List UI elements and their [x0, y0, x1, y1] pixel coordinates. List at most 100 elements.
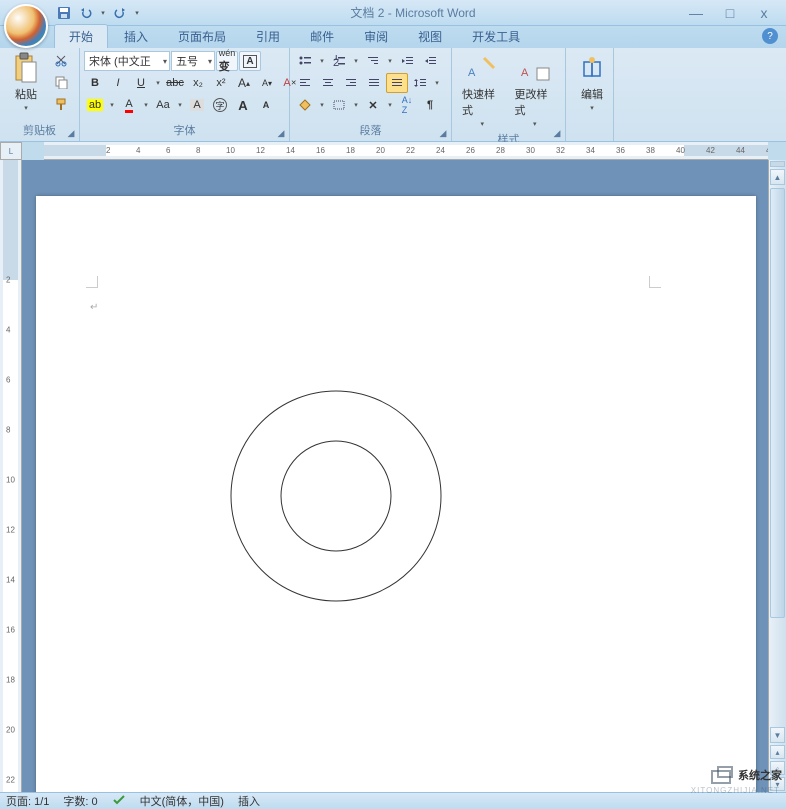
svg-text:A: A	[468, 67, 476, 79]
decrease-indent-button[interactable]	[396, 51, 418, 71]
tab-page-layout[interactable]: 页面布局	[164, 25, 240, 48]
scroll-track[interactable]	[769, 186, 786, 726]
close-button[interactable]: x	[752, 4, 776, 22]
tab-review[interactable]: 审阅	[350, 25, 402, 48]
justify-button[interactable]	[363, 73, 385, 93]
scroll-thumb[interactable]	[770, 188, 785, 618]
group-font-label: 字体	[84, 121, 285, 139]
bullets-button[interactable]	[294, 51, 316, 71]
distributed-button[interactable]	[386, 73, 408, 93]
borders-button[interactable]	[328, 95, 350, 115]
horizontal-ruler[interactable]: 2468101214161820222426283032343638404244…	[44, 142, 768, 160]
help-icon[interactable]: ?	[762, 28, 778, 44]
status-insert-mode[interactable]: 插入	[238, 793, 260, 809]
scroll-up-button[interactable]: ▲	[770, 169, 785, 185]
paste-dropdown-icon[interactable]: ▾	[21, 104, 31, 112]
donut-shape[interactable]	[226, 386, 446, 606]
tab-insert[interactable]: 插入	[110, 25, 162, 48]
clipboard-dialog-launcher[interactable]: ◢	[65, 127, 77, 139]
tab-home[interactable]: 开始	[54, 24, 108, 48]
margin-corner-tl	[86, 276, 98, 288]
quick-styles-button[interactable]: A 快速样式 ▾	[456, 50, 509, 130]
vertical-scrollbar[interactable]: ▲ ▼ ▴ ◦ ▾	[768, 160, 786, 792]
save-icon[interactable]	[54, 3, 74, 23]
pinyin-guide-icon[interactable]: wén变	[216, 51, 238, 71]
subscript-button[interactable]: x₂	[187, 73, 209, 93]
status-spellcheck-icon[interactable]	[112, 794, 126, 809]
format-painter-icon[interactable]	[50, 94, 72, 114]
char-border-icon[interactable]: A	[239, 51, 261, 71]
browse-next-button[interactable]: ▾	[770, 777, 785, 791]
italic-button[interactable]: I	[107, 73, 129, 93]
align-right-button[interactable]	[340, 73, 362, 93]
underline-button[interactable]: U	[130, 73, 152, 93]
bold-button[interactable]: B	[84, 73, 106, 93]
browse-prev-button[interactable]: ▴	[770, 745, 785, 759]
copy-icon[interactable]	[50, 72, 72, 92]
grow-font-button[interactable]: A▴	[233, 73, 255, 93]
font-color-button[interactable]: A	[118, 95, 140, 115]
document-area[interactable]: ↵	[22, 160, 768, 792]
show-marks-button[interactable]: ¶	[419, 95, 441, 115]
font-size-combo[interactable]: 五号	[171, 51, 215, 71]
grow-font-a-button[interactable]: A	[232, 95, 254, 115]
font-dialog-launcher[interactable]: ◢	[275, 127, 287, 139]
paragraph-dialog-launcher[interactable]: ◢	[437, 127, 449, 139]
undo-icon[interactable]	[76, 3, 96, 23]
vertical-ruler[interactable]: 246810121416182022	[0, 160, 22, 792]
shrink-font-a-button[interactable]: A	[255, 95, 277, 115]
qat-customize-icon[interactable]: ▾	[132, 9, 142, 17]
select-browse-object-button[interactable]: ◦	[770, 761, 785, 775]
tab-mailings[interactable]: 邮件	[296, 25, 348, 48]
change-styles-label: 更改样式	[515, 86, 556, 118]
align-left-button[interactable]	[294, 73, 316, 93]
paste-button[interactable]: 粘贴 ▾	[4, 50, 48, 114]
case-dropdown-icon[interactable]: ▾	[175, 101, 185, 109]
change-case-button[interactable]: Aa	[152, 95, 174, 115]
underline-dropdown-icon[interactable]: ▾	[153, 79, 163, 87]
align-center-button[interactable]	[317, 73, 339, 93]
tab-references[interactable]: 引用	[242, 25, 294, 48]
enclose-char-button[interactable]: 字	[209, 95, 231, 115]
highlight-button[interactable]: ab	[84, 95, 106, 115]
group-clipboard: 粘贴 ▾ 剪贴板 ◢	[0, 48, 80, 141]
redo-icon[interactable]	[110, 3, 130, 23]
font-name-combo[interactable]: 宋体 (中文正	[84, 51, 170, 71]
text-direction-button[interactable]: ✕	[362, 95, 384, 115]
status-words[interactable]: 字数: 0	[63, 793, 97, 809]
change-styles-button[interactable]: A 更改样式 ▾	[509, 50, 562, 130]
group-paragraph: ▾ 12▾ ▾ ▾ ▾ ▾ ✕▾ A↓Z ¶ 段落	[290, 48, 452, 141]
minimize-button[interactable]: —	[684, 4, 708, 22]
tab-selector[interactable]: L	[0, 142, 22, 160]
tab-view[interactable]: 视图	[404, 25, 456, 48]
sort-button[interactable]: A↓Z	[396, 95, 418, 115]
svg-text:A: A	[521, 67, 529, 79]
status-page[interactable]: 页面: 1/1	[6, 793, 49, 809]
office-button[interactable]	[4, 4, 48, 48]
increase-indent-button[interactable]	[419, 51, 441, 71]
shrink-font-button[interactable]: A▾	[256, 73, 278, 93]
font-color-dropdown-icon[interactable]: ▾	[141, 101, 151, 109]
line-spacing-button[interactable]	[409, 73, 431, 93]
superscript-button[interactable]: x²	[210, 73, 232, 93]
strikethrough-button[interactable]: abc	[164, 73, 186, 93]
status-language[interactable]: 中文(简体，中国)	[140, 793, 224, 809]
group-font: 宋体 (中文正 五号 wén变 A B I U▾ abc x₂ x² A▴ A▾…	[80, 48, 290, 141]
maximize-button[interactable]: □	[718, 4, 742, 22]
shading-button[interactable]	[294, 95, 316, 115]
ribbon-tabs: 开始 插入 页面布局 引用 邮件 审阅 视图 开发工具 ?	[0, 26, 786, 48]
highlight-dropdown-icon[interactable]: ▾	[107, 101, 117, 109]
split-handle[interactable]	[770, 161, 785, 167]
cut-icon[interactable]	[50, 50, 72, 70]
scroll-down-button[interactable]: ▼	[770, 727, 785, 743]
numbering-button[interactable]: 12	[328, 51, 350, 71]
tab-developer[interactable]: 开发工具	[458, 25, 534, 48]
styles-dialog-launcher[interactable]: ◢	[551, 127, 563, 139]
char-shading-button[interactable]: A	[186, 95, 208, 115]
undo-dropdown-icon[interactable]: ▾	[98, 9, 108, 17]
page[interactable]: ↵	[36, 196, 756, 792]
quick-styles-label: 快速样式	[462, 86, 503, 118]
paragraph-mark: ↵	[90, 302, 98, 313]
editing-button[interactable]: 编辑 ▾	[570, 50, 614, 114]
multilevel-list-button[interactable]	[362, 51, 384, 71]
